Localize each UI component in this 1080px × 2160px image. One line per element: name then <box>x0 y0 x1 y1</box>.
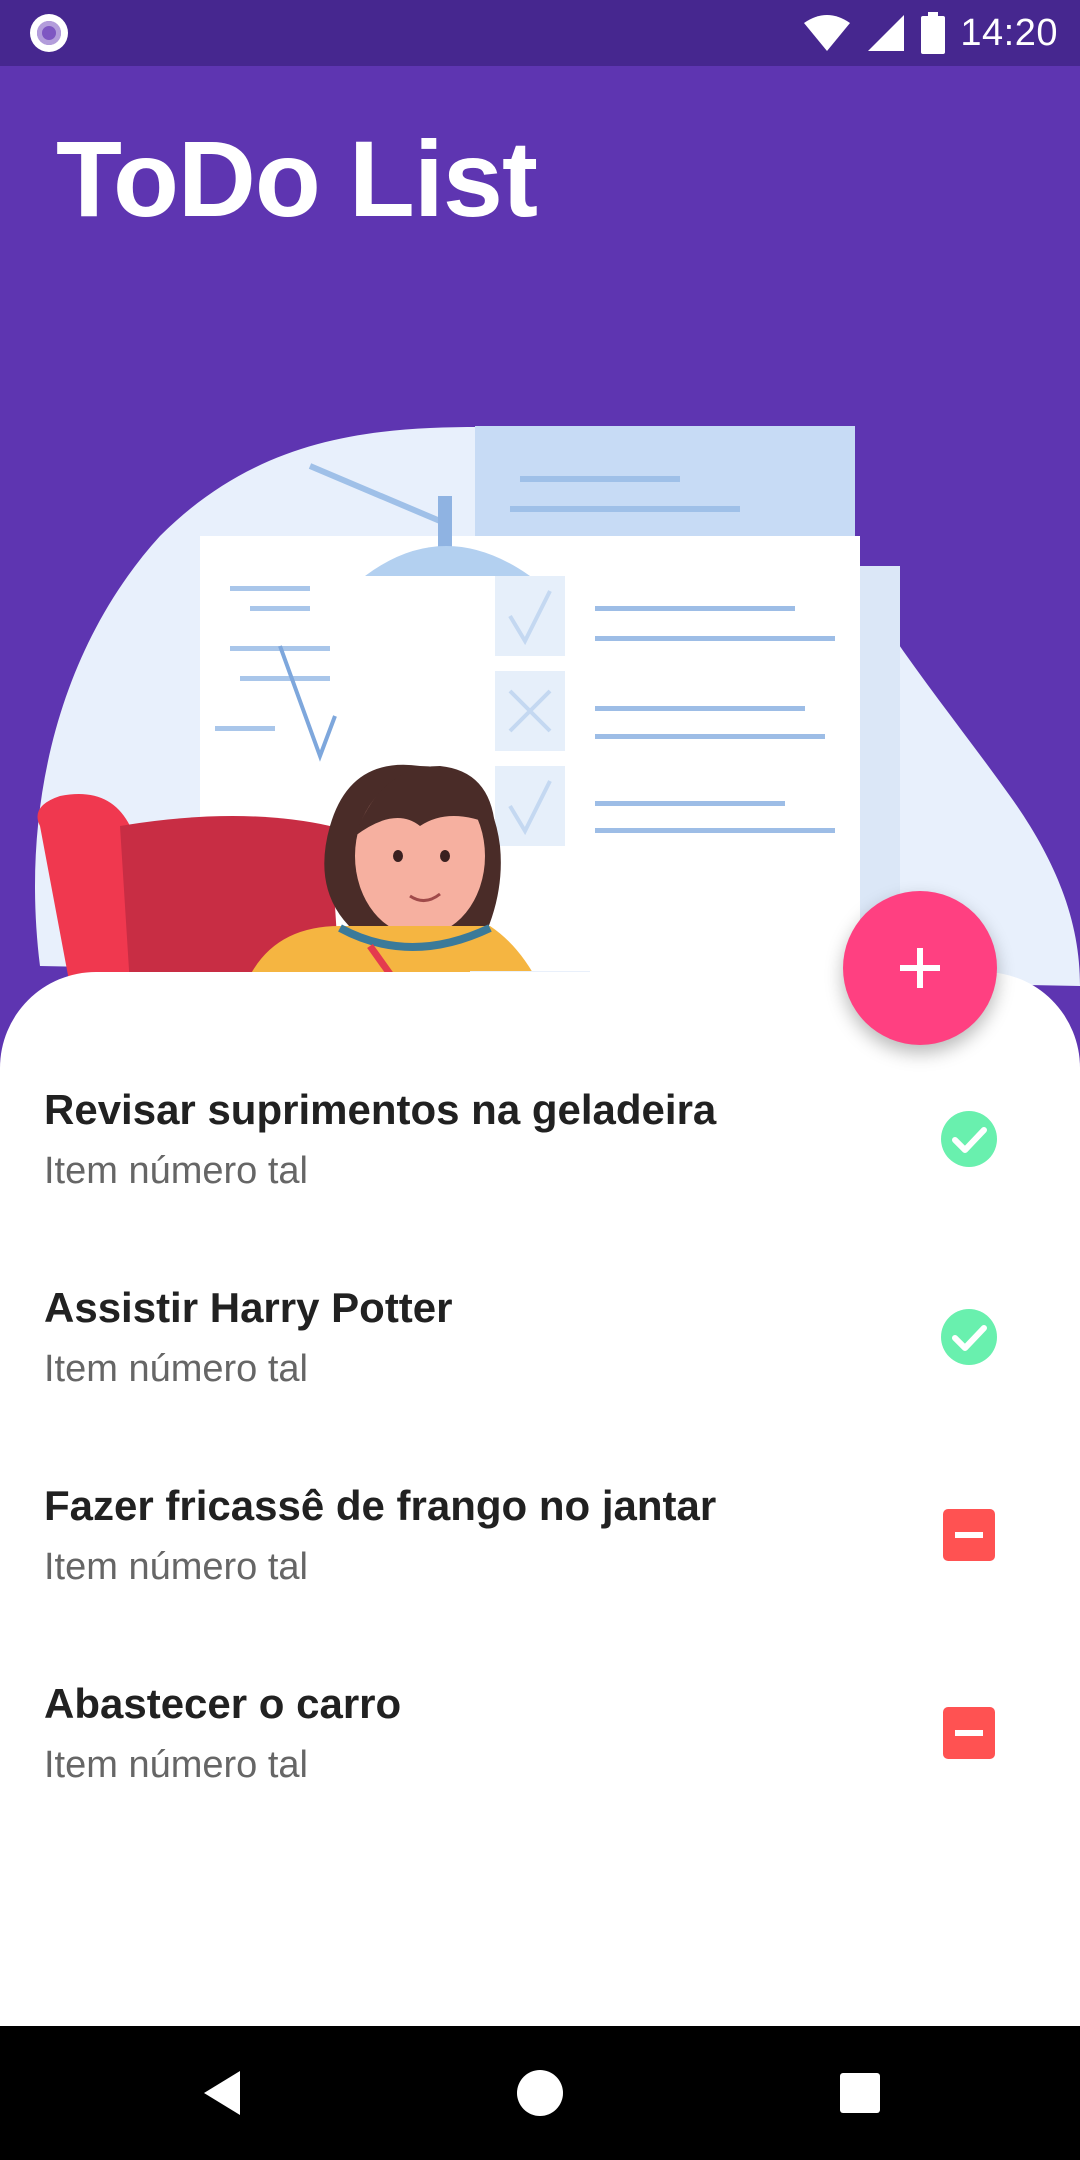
check-circle-icon[interactable] <box>940 1110 998 1168</box>
todo-item[interactable]: Fazer fricassê de frango no jantar Item … <box>0 1446 1080 1644</box>
todo-subtitle: Item número tal <box>44 1150 308 1192</box>
back-icon <box>204 2071 240 2115</box>
check-circle-icon[interactable] <box>940 1308 998 1366</box>
status-bar: 14:20 <box>0 0 1080 66</box>
todo-item[interactable]: Assistir Harry Potter Item número tal <box>0 1248 1080 1446</box>
battery-icon <box>921 12 946 54</box>
todo-title: Fazer fricassê de frango no jantar <box>44 1482 717 1529</box>
home-button[interactable] <box>473 2026 607 2160</box>
minus-box-icon[interactable] <box>940 1506 998 1564</box>
todo-title: Abastecer o carro <box>44 1680 402 1727</box>
add-todo-button[interactable] <box>843 891 997 1045</box>
notification-dot-icon <box>30 14 68 52</box>
plus-icon <box>900 948 940 988</box>
todo-list: Revisar suprimentos na geladeira Item nú… <box>0 1050 1080 1842</box>
status-icons: 14:20 <box>802 0 1058 66</box>
todo-subtitle: Item número tal <box>44 1744 308 1786</box>
status-time: 14:20 <box>960 11 1058 54</box>
home-icon <box>517 2070 563 2116</box>
app-header: ToDo List <box>0 66 1080 986</box>
todo-title: Revisar suprimentos na geladeira <box>44 1086 717 1133</box>
recents-button[interactable] <box>793 2026 927 2160</box>
todo-subtitle: Item número tal <box>44 1546 308 1588</box>
minus-box-icon[interactable] <box>940 1704 998 1762</box>
cellular-signal-icon <box>868 15 905 51</box>
navigation-bar <box>0 2026 1080 2160</box>
recents-icon <box>840 2073 880 2113</box>
todo-subtitle: Item número tal <box>44 1348 308 1390</box>
wifi-icon <box>804 15 851 51</box>
app-title: ToDo List <box>56 118 538 239</box>
todo-title: Assistir Harry Potter <box>44 1284 453 1331</box>
back-button[interactable] <box>155 2026 289 2160</box>
todo-item[interactable]: Revisar suprimentos na geladeira Item nú… <box>0 1050 1080 1248</box>
todo-item[interactable]: Abastecer o carro Item número tal <box>0 1644 1080 1842</box>
